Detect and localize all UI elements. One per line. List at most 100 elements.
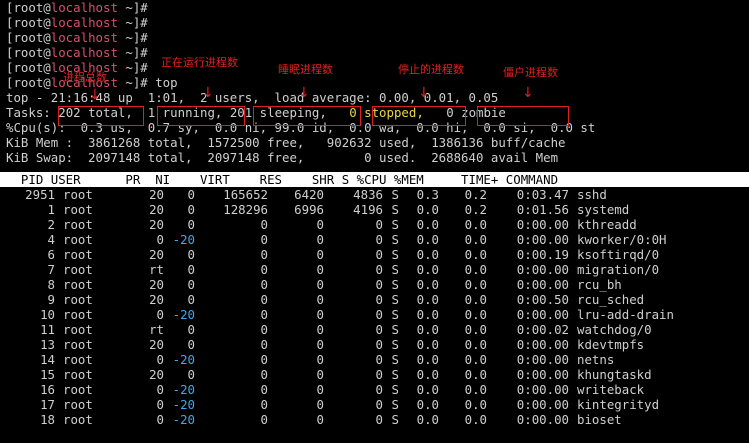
cell-s: S <box>391 202 399 217</box>
table-row: 2 root 20 0 0 0 0 S 0.0 0.0 0:00.00 kthreadd <box>6 217 749 232</box>
table-row: 2951 root 20 0 165652 6420 4836 S 0.3 0.2 0:03.47 s… <box>6 187 749 202</box>
cell-mem: 0.0 <box>464 367 487 382</box>
cell-s: S <box>391 217 399 232</box>
cell-cmd: rcu_sched <box>577 292 645 307</box>
cell-virt: 0 <box>260 352 268 367</box>
cell-res: 0 <box>316 397 324 412</box>
cell-cpu: 0.0 <box>416 322 439 337</box>
cell-virt: 0 <box>260 217 268 232</box>
cell-cpu: 0.0 <box>416 277 439 292</box>
cell-res: 0 <box>316 382 324 397</box>
terminal-window[interactable]: [root@localhost ~]# [root@localhost ~]# [r… <box>0 0 749 427</box>
cell-shr: 4836 <box>353 187 383 202</box>
cell-shr: 0 <box>375 367 383 382</box>
cell-time: 0:00.50 <box>516 292 569 307</box>
cell-time: 0:00.00 <box>516 307 569 322</box>
cell-pr: 20 <box>149 367 164 382</box>
cell-cmd: ksoftirqd/0 <box>577 247 660 262</box>
cell-res: 6420 <box>294 187 324 202</box>
cell-pr: 0 <box>156 397 164 412</box>
cell-time: 0:00.00 <box>516 412 569 427</box>
cell-s: S <box>391 322 399 337</box>
cell-res: 0 <box>316 322 324 337</box>
cell-res: 0 <box>316 217 324 232</box>
cell-pid: 2 <box>47 217 55 232</box>
cell-virt: 0 <box>260 232 268 247</box>
cell-s: S <box>391 397 399 412</box>
zombie-annotation: 僵户进程数 <box>503 66 558 79</box>
cell-cmd: watchdog/0 <box>577 322 652 337</box>
cell-ni: -20 <box>172 232 195 247</box>
sleeping-arrow-icon: ↓ <box>298 85 310 101</box>
cell-cmd: migration/0 <box>577 262 660 277</box>
cell-virt: 128296 <box>223 202 268 217</box>
table-row: 7 root rt 0 0 0 0 S 0.0 0.0 0:00.00 migration/0 <box>6 262 749 277</box>
cell-virt: 0 <box>260 307 268 322</box>
cell-s: S <box>391 337 399 352</box>
cell-mem: 0.0 <box>464 352 487 367</box>
cell-time: 0:00.00 <box>516 232 569 247</box>
cell-virt: 0 <box>260 382 268 397</box>
cell-res: 0 <box>316 307 324 322</box>
cell-virt: 0 <box>260 292 268 307</box>
cell-virt: 0 <box>260 397 268 412</box>
table-row: 8 root 20 0 0 0 0 S 0.0 0.0 0:00.00 rcu_bh <box>6 277 749 292</box>
cell-virt: 165652 <box>223 187 268 202</box>
cell-s: S <box>391 292 399 307</box>
cell-user: root <box>63 337 93 352</box>
cell-cmd: kdevtmpfs <box>577 337 645 352</box>
cell-s: S <box>391 262 399 277</box>
total-highlight-box <box>58 106 144 126</box>
top-command-line: [root@localhost ~]# top <box>6 75 178 90</box>
cell-pr: 20 <box>149 217 164 232</box>
cell-time: 0:00.00 <box>516 382 569 397</box>
cell-shr: 0 <box>375 382 383 397</box>
cell-cpu: 0.0 <box>416 352 439 367</box>
cell-pid: 11 <box>40 322 55 337</box>
cell-s: S <box>391 277 399 292</box>
cell-res: 0 <box>316 232 324 247</box>
table-row: 1 root 20 0 128296 6996 4196 S 0.0 0.2 0:01.56 syst… <box>6 202 749 217</box>
cell-virt: 0 <box>260 337 268 352</box>
cell-pr: 0 <box>156 232 164 247</box>
cell-ni: 0 <box>187 277 195 292</box>
cell-pr: 0 <box>156 352 164 367</box>
table-row: 14 root 0 -20 0 0 0 S 0.0 0.0 0:00.00 netns <box>6 352 749 367</box>
cell-res: 0 <box>316 367 324 382</box>
cell-s: S <box>391 187 399 202</box>
cell-cpu: 0.0 <box>416 217 439 232</box>
cell-cpu: 0.0 <box>416 367 439 382</box>
cell-shr: 0 <box>375 262 383 277</box>
cell-ni: 0 <box>187 217 195 232</box>
cell-pid: 13 <box>40 337 55 352</box>
cell-user: root <box>63 187 93 202</box>
cell-mem: 0.0 <box>464 217 487 232</box>
stopped-annotation: 停止的进程数 <box>398 63 464 76</box>
cell-shr: 0 <box>375 352 383 367</box>
cell-pid: 2951 <box>25 187 55 202</box>
running-highlight-box <box>157 106 245 126</box>
cell-virt: 0 <box>260 262 268 277</box>
cell-s: S <box>391 382 399 397</box>
cell-shr: 0 <box>375 397 383 412</box>
cell-cpu: 0.0 <box>416 232 439 247</box>
prompt-line: [root@localhost ~]# <box>6 30 148 45</box>
cell-cpu: 0.0 <box>416 202 439 217</box>
cell-cmd: writeback <box>577 382 645 397</box>
cell-shr: 0 <box>375 337 383 352</box>
cell-pid: 14 <box>40 352 55 367</box>
cell-pid: 17 <box>40 397 55 412</box>
cell-ni: 0 <box>187 202 195 217</box>
total-arrow-icon: ↓ <box>89 87 101 103</box>
cell-user: root <box>63 277 93 292</box>
cell-cmd: sshd <box>577 187 607 202</box>
cell-time: 0:00.02 <box>516 322 569 337</box>
prompt-line: [root@localhost ~]# <box>6 60 148 75</box>
cell-mem: 0.0 <box>464 292 487 307</box>
cell-mem: 0.0 <box>464 412 487 427</box>
cell-cpu: 0.0 <box>416 292 439 307</box>
cell-ni: 0 <box>187 187 195 202</box>
cell-pid: 15 <box>40 367 55 382</box>
cell-shr: 0 <box>375 322 383 337</box>
total-annotation: 进程总数 <box>63 71 107 84</box>
